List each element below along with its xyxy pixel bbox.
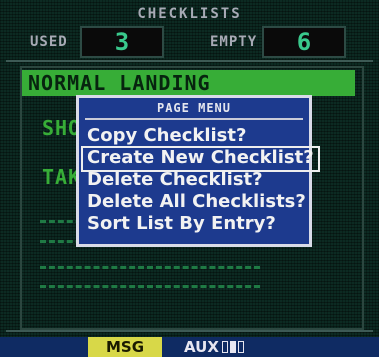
page-menu[interactable]: PAGE MENU Copy Checklist? Create New Che…: [76, 95, 320, 247]
used-count-value: 3: [114, 28, 130, 56]
msg-annunciator[interactable]: MSG: [88, 337, 162, 357]
checklist-item-selected[interactable]: NORMAL LANDING: [22, 70, 355, 96]
menu-item-copy-checklist[interactable]: Copy Checklist?: [83, 125, 250, 147]
page-menu-title: PAGE MENU: [156, 101, 232, 115]
empty-label: EMPTY: [210, 34, 258, 50]
menu-item-delete-all-checklists[interactable]: Delete All Checklists?: [83, 191, 310, 213]
header-divider: [6, 60, 373, 62]
page-menu-divider: [85, 118, 303, 120]
used-label: USED: [30, 34, 68, 50]
used-count-box: 3: [80, 26, 164, 58]
page-group-label: AUX: [184, 338, 219, 356]
page-indicator-segment: [222, 341, 228, 353]
footer-divider: [6, 330, 373, 332]
menu-item-sort-list-by-entry[interactable]: Sort List By Entry?: [83, 213, 280, 235]
menu-item-delete-checklist[interactable]: Delete Checklist?: [83, 169, 267, 191]
page-indicator-segment: [238, 341, 244, 353]
empty-slot: [40, 285, 260, 288]
page-title: CHECKLISTS: [137, 6, 242, 22]
empty-slot: [40, 266, 260, 269]
empty-count-box: 6: [262, 26, 346, 58]
page-indicator-segment-active: [230, 341, 236, 353]
checklists-page: CHECKLISTS USED 3 EMPTY 6 NORMAL LANDING…: [0, 0, 379, 357]
status-bar: MSG AUX: [0, 337, 379, 357]
checklist-item-label: NORMAL LANDING: [28, 71, 211, 95]
empty-count-value: 6: [296, 28, 312, 56]
